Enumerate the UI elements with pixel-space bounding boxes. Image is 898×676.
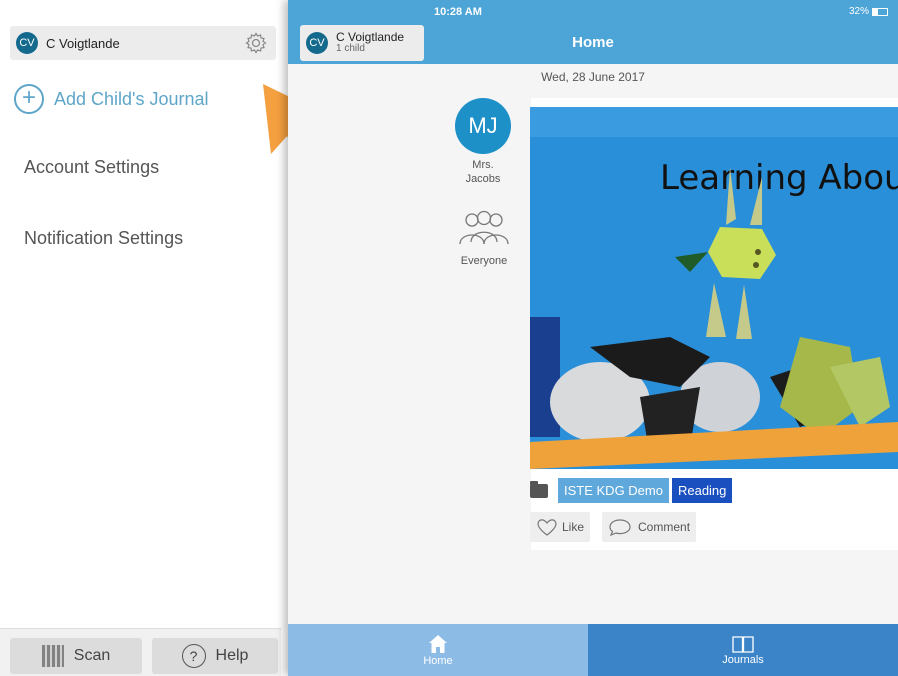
top-bar: 10:28 AM 32% CV C Voigtlande 1 child Hom… <box>288 0 898 64</box>
comment-bubble-icon <box>609 519 631 537</box>
heart-icon <box>537 519 557 536</box>
feed-date: Wed, 28 June 2017 <box>541 70 645 84</box>
tab-journals[interactable]: Journals <box>588 624 898 676</box>
people-group-icon <box>459 210 509 245</box>
menu-item-account-settings[interactable]: Account Settings <box>24 157 159 178</box>
audience-label: Everyone <box>460 255 508 267</box>
tab-bar: Home Journals <box>288 624 898 676</box>
photo-caption-text: Learning About <box>660 158 898 198</box>
main-panel: 10:28 AM 32% CV C Voigtlande 1 child Hom… <box>288 0 898 676</box>
comment-label: Comment <box>638 520 691 534</box>
add-child-journal-button[interactable]: + Add Child's Journal <box>14 84 209 114</box>
scan-label: Scan <box>73 647 111 664</box>
add-child-journal-label: Add Child's Journal <box>54 88 209 109</box>
menu-item-notification-settings[interactable]: Notification Settings <box>24 228 183 249</box>
post-tags: ISTE KDG Demo Reading <box>530 478 735 503</box>
folder-icon <box>530 480 548 498</box>
help-icon: ? <box>181 644 206 668</box>
comment-button[interactable]: Comment <box>602 512 697 542</box>
status-time: 10:28 AM <box>434 6 482 18</box>
home-icon <box>429 635 447 653</box>
author-avatar: MJ <box>455 98 511 154</box>
author-name-line2: Jacobs <box>465 173 501 185</box>
author-name-line1: Mrs. <box>472 159 494 171</box>
scan-button[interactable]: Scan <box>10 638 142 674</box>
tag-reading[interactable]: Reading <box>671 478 733 503</box>
tab-home-label: Home <box>423 655 453 667</box>
book-icon <box>732 636 754 653</box>
drawer-bottom-bar: Scan ? Help <box>0 628 281 676</box>
battery-icon <box>872 7 888 16</box>
qr-code-icon <box>41 645 64 667</box>
user-avatar: CV <box>16 32 38 54</box>
drawer-menu: CV C Voigtlande + Add Child's Journal Ac… <box>0 0 281 676</box>
plus-circle-icon: + <box>14 84 44 114</box>
tab-home[interactable]: Home <box>288 624 588 676</box>
tag-iste-kdg-demo[interactable]: ISTE KDG Demo <box>558 478 669 503</box>
account-switcher[interactable]: CV C Voigtlande <box>10 26 276 60</box>
artwork-image: Learning About <box>530 107 898 469</box>
help-label: Help <box>215 647 249 664</box>
post-audience: Everyone <box>452 210 516 267</box>
like-button[interactable]: Like <box>530 512 591 542</box>
like-label: Like <box>562 520 585 534</box>
battery-status: 32% <box>849 6 888 17</box>
gear-icon[interactable] <box>244 31 268 55</box>
user-name: C Voigtlande <box>46 35 120 51</box>
battery-percent: 32% <box>848 6 869 17</box>
post-actions: Like Comment <box>530 512 708 542</box>
tab-journals-label: Journals <box>722 654 764 666</box>
post-author[interactable]: MJ Mrs. Jacobs <box>452 98 514 186</box>
page-title: Home <box>572 34 614 51</box>
post-photo[interactable]: Learning About <box>530 107 898 469</box>
help-button[interactable]: ? Help <box>152 638 278 674</box>
